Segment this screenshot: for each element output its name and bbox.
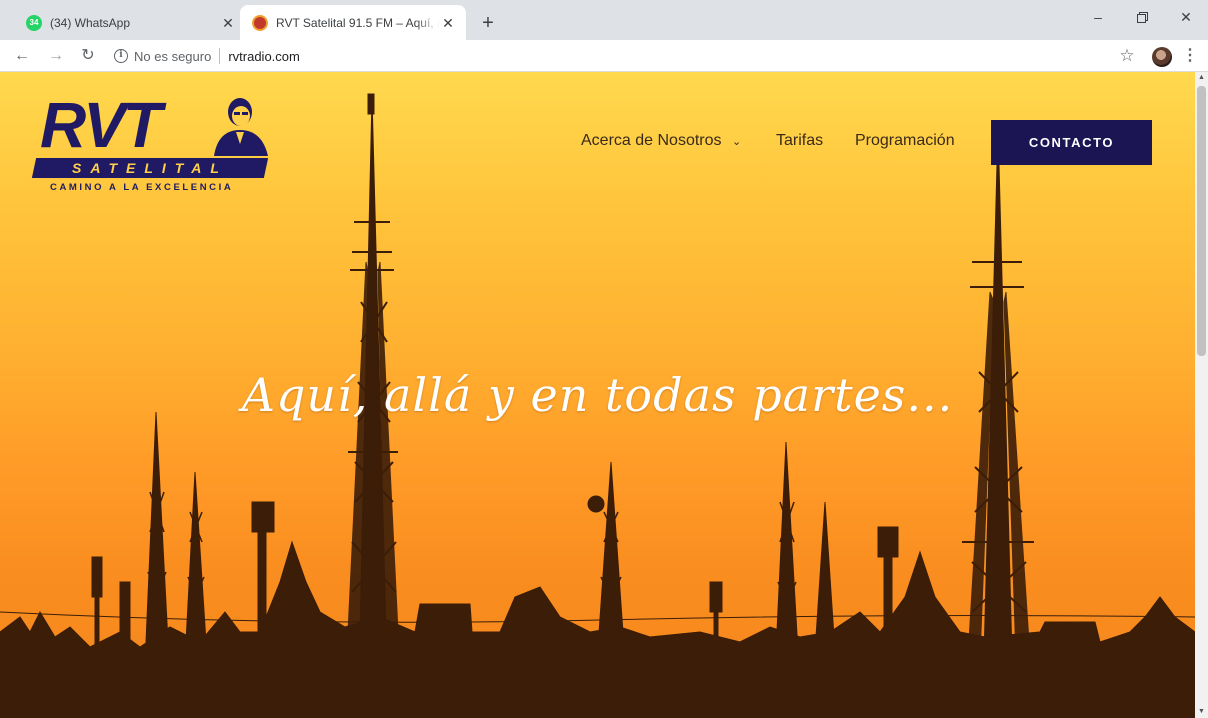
info-icon[interactable]: i: [114, 49, 128, 63]
security-status: No es seguro: [134, 48, 212, 64]
site-logo[interactable]: RVT SATELITAL CAMINO A LA EXCELENCIA: [31, 89, 270, 200]
logo-subtitle: SATELITAL: [72, 160, 228, 176]
nav-item-tarifas[interactable]: Tarifas: [776, 132, 823, 150]
radio-favicon-icon: [252, 14, 268, 31]
nav-item-acerca[interactable]: Acerca de Nosotros ⌄: [581, 132, 741, 150]
hero-headline: Aquí, allá y en todas partes...: [241, 368, 954, 422]
nav-item-label: Acerca de Nosotros: [581, 132, 722, 149]
browser-toolbar: ← → ↻ i No es seguro rvtradio.com ☆ ⋮: [0, 40, 1208, 72]
back-icon[interactable]: ←: [10, 44, 34, 68]
chevron-down-icon: ⌄: [731, 136, 742, 148]
contacto-button[interactable]: CONTACTO: [991, 120, 1152, 165]
page-viewport: RVT SATELITAL CAMINO A LA EXCELENCIA Ace…: [0, 72, 1208, 718]
scroll-down-icon[interactable]: ▼: [1195, 706, 1208, 718]
nav-item-programacion[interactable]: Programación: [855, 132, 955, 150]
whatsapp-icon: 34: [26, 14, 42, 31]
profile-avatar[interactable]: [1152, 47, 1172, 67]
kebab-menu-icon[interactable]: ⋮: [1182, 44, 1198, 68]
scrollbar-thumb[interactable]: [1197, 86, 1206, 356]
tab-title: RVT Satelital 91.5 FM – Aquí, allá y en …: [276, 15, 440, 30]
vertical-scrollbar[interactable]: ▲ ▼: [1195, 72, 1208, 718]
reload-icon[interactable]: ↻: [76, 44, 100, 68]
nav-item-label: Programación: [855, 132, 955, 149]
tab-strip: 34 (34) WhatsApp ✕ RVT Satelital 91.5 FM…: [0, 0, 1208, 40]
logo-portrait-icon: [214, 98, 268, 156]
forward-icon[interactable]: →: [44, 44, 68, 68]
logo-tagline: CAMINO A LA EXCELENCIA: [50, 182, 234, 193]
bookmark-star-icon[interactable]: ☆: [1115, 44, 1139, 68]
address-bar[interactable]: i No es seguro rvtradio.com: [104, 44, 1104, 68]
scroll-up-icon[interactable]: ▲: [1195, 72, 1208, 84]
close-tab-icon[interactable]: ✕: [440, 15, 456, 31]
nav-item-label: Tarifas: [776, 132, 824, 149]
tab-title: (34) WhatsApp: [50, 15, 131, 30]
tab-rvt[interactable]: RVT Satelital 91.5 FM – Aquí, allá y en …: [240, 5, 466, 40]
url-text[interactable]: rvtradio.com: [228, 49, 300, 64]
logo-wordmark: RVT: [40, 89, 162, 161]
divider: [219, 48, 221, 64]
new-tab-button[interactable]: +: [474, 9, 502, 37]
tab-whatsapp[interactable]: 34 (34) WhatsApp ✕: [14, 5, 246, 40]
restore-icon[interactable]: [1120, 0, 1164, 34]
close-window-icon[interactable]: ✕: [1164, 0, 1208, 34]
minimize-icon[interactable]: –: [1076, 0, 1120, 34]
hero-section: RVT SATELITAL CAMINO A LA EXCELENCIA Ace…: [0, 72, 1195, 718]
close-tab-icon[interactable]: ✕: [220, 15, 236, 31]
